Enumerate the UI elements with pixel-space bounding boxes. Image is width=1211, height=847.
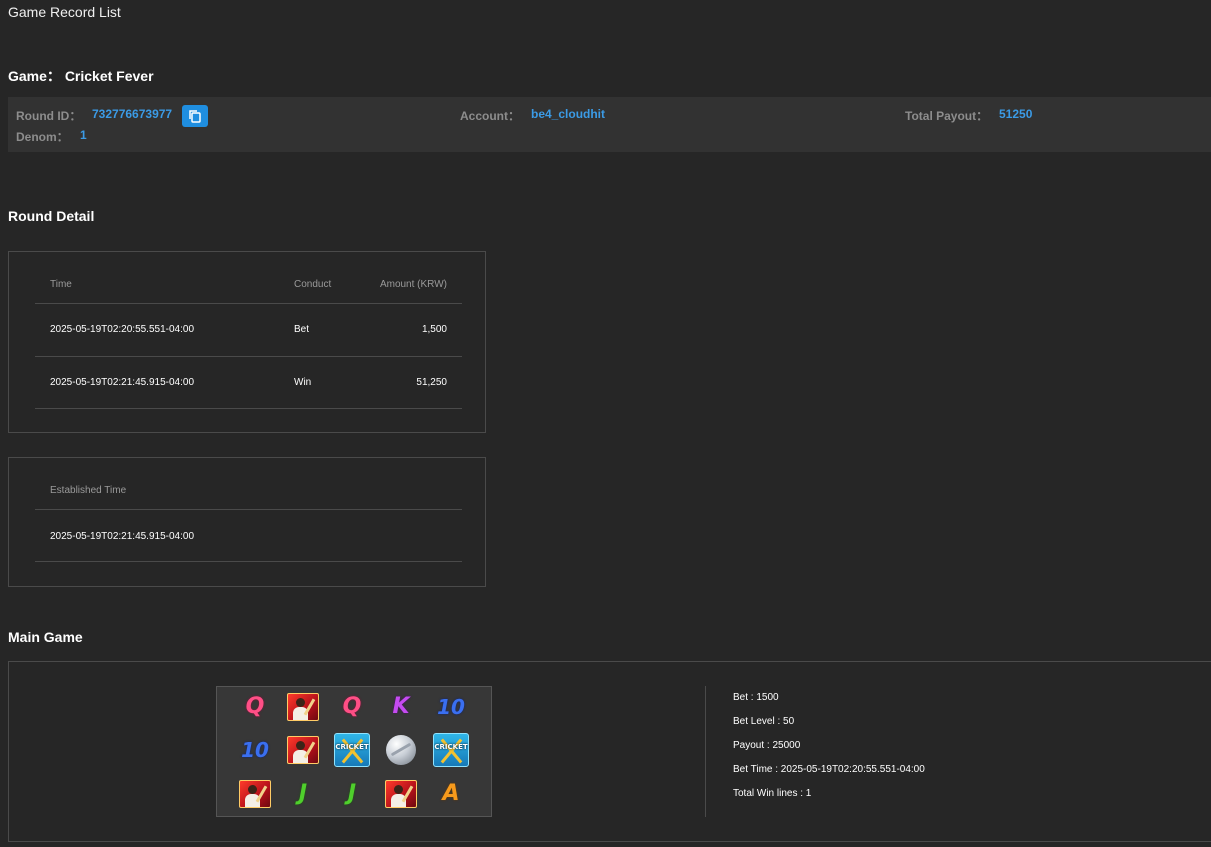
stat-bet-level: Bet Level : 50 (733, 716, 795, 727)
row-divider (35, 356, 462, 357)
header-divider (35, 303, 462, 304)
cricket-logo-symbol-icon: CRICKET (334, 732, 370, 768)
established-time-table: Established Time 2025-05-19T02:21:45.915… (8, 457, 486, 587)
round-id-label: Round ID： (16, 109, 82, 123)
total-payout-label: Total Payout： (905, 109, 989, 123)
row-conduct: Bet (294, 324, 310, 335)
letter-symbol-q: Q (245, 694, 265, 719)
account-value: be4_cloudhit (531, 107, 606, 121)
main-game-title: Main Game (8, 629, 83, 645)
letter-symbol-10: 10 (437, 695, 465, 719)
slot-reel-grid: Q Q K 10 10 CRICKET CRICKET J J A (216, 686, 492, 817)
stat-bet: Bet : 1500 (733, 692, 779, 703)
page-title: Game Record List (8, 4, 121, 20)
game-heading: Game： Cricket Fever (8, 66, 154, 86)
stat-payout: Payout : 25000 (733, 740, 801, 751)
copy-icon (189, 110, 201, 123)
letter-symbol-a: A (442, 781, 460, 806)
account-label: Account： (460, 109, 521, 123)
established-time-value: 2025-05-19T02:21:45.915-04:00 (50, 531, 195, 542)
round-info-bar: Round ID： 732776673977 Account： be4_clou… (8, 97, 1211, 152)
round-detail-title: Round Detail (8, 208, 95, 224)
game-record-page: Game Record List Game： Cricket Fever Rou… (0, 0, 1211, 847)
main-game-panel: Q Q K 10 10 CRICKET CRICKET J J A Bet : 1500 Bet … (8, 661, 1211, 842)
letter-symbol-10: 10 (241, 738, 269, 762)
cricketer-symbol-icon (285, 689, 321, 725)
round-id-value: 732776673977 (92, 107, 173, 121)
stat-total-win-lines: Total Win lines : 1 (733, 788, 812, 799)
col-header-established-time: Established Time (50, 485, 127, 496)
game-name: Cricket Fever (64, 68, 154, 84)
copy-round-id-button[interactable] (182, 105, 208, 127)
denom-label: Denom： (16, 130, 69, 144)
row-divider (35, 408, 462, 409)
stat-bet-time: Bet Time : 2025-05-19T02:20:55.551-04:00 (733, 764, 925, 775)
header-divider (35, 509, 462, 510)
letter-symbol-q: Q (342, 694, 362, 719)
letter-symbol-j: J (347, 781, 357, 806)
row-amount: 51,250 (416, 377, 447, 388)
col-header-conduct: Conduct (294, 279, 332, 290)
col-header-time: Time (50, 279, 72, 290)
row-conduct: Win (294, 377, 312, 388)
cricket-logo-symbol-icon: CRICKET (433, 732, 469, 768)
row-time: 2025-05-19T02:21:45.915-04:00 (50, 377, 195, 388)
denom-value: 1 (80, 128, 87, 142)
row-amount: 1,500 (421, 324, 447, 335)
row-divider (35, 561, 462, 562)
cricket-ball-symbol-icon (383, 732, 419, 768)
cricketer-symbol-icon (383, 776, 419, 812)
game-label: Game： (8, 68, 61, 84)
cricketer-symbol-icon (237, 776, 273, 812)
letter-symbol-k: K (392, 694, 410, 719)
round-detail-table: Time Conduct Amount (KRW) 2025-05-19T02:… (8, 251, 486, 433)
letter-symbol-j: J (298, 781, 308, 806)
col-header-amount: Amount (KRW) (379, 279, 447, 290)
total-payout-value: 51250 (999, 107, 1033, 121)
cricketer-symbol-icon (285, 732, 321, 768)
row-time: 2025-05-19T02:20:55.551-04:00 (50, 324, 195, 335)
vertical-divider (705, 686, 706, 817)
